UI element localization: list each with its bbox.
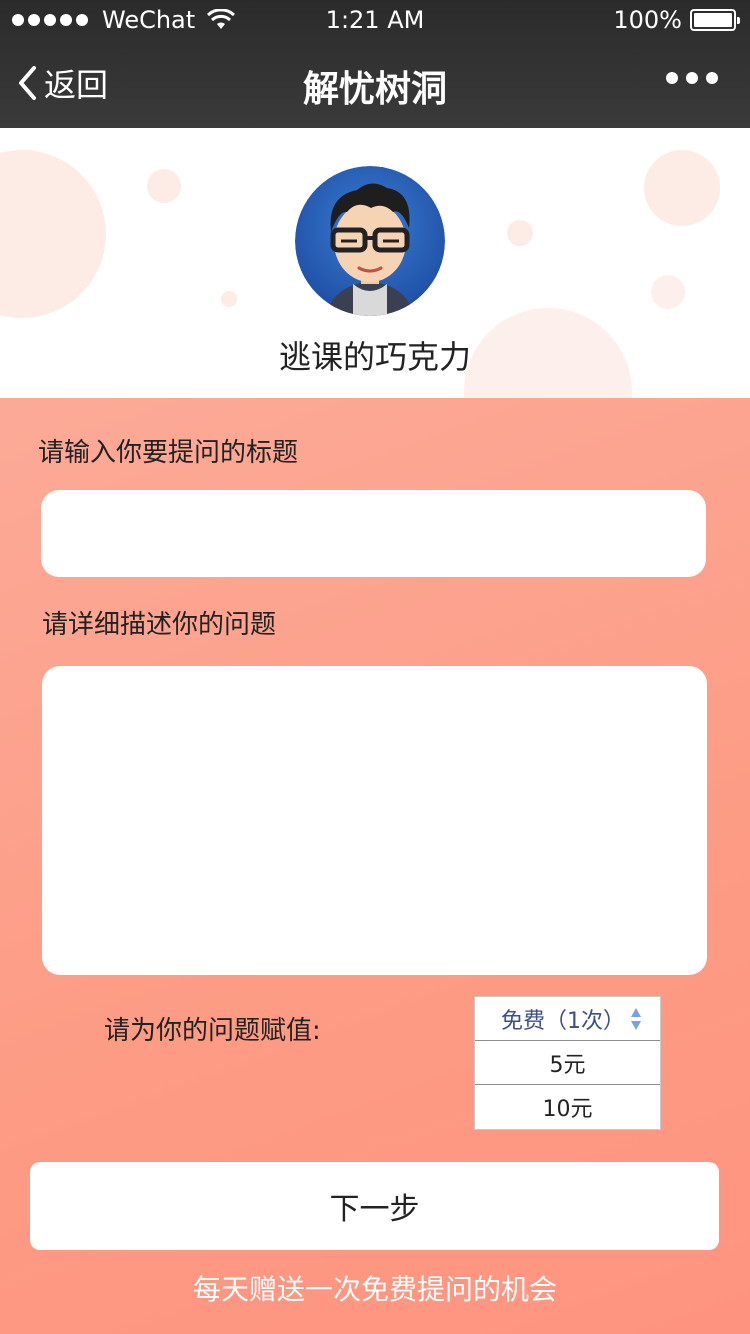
username: 逃课的巧克力 — [278, 338, 471, 376]
price-option-label: 5元 — [549, 1052, 586, 1078]
price-option-10[interactable]: 10元 — [475, 1085, 660, 1129]
nav-bar: 返回 解忧树洞 — [0, 40, 750, 128]
description-label: 请详细描述你的问题 — [42, 610, 277, 640]
price-picker[interactable]: 免费（1次） 5元 10元 — [474, 996, 661, 1130]
avatar-image — [295, 166, 445, 316]
next-button[interactable]: 下一步 — [30, 1162, 719, 1250]
decor-bubble — [0, 150, 106, 318]
decor-bubble — [651, 275, 685, 309]
price-option-label: 免费（1次） — [501, 1008, 625, 1034]
price-option-5[interactable]: 5元 — [475, 1041, 660, 1085]
decor-bubble — [644, 150, 720, 226]
top-bar: WeChat 1:21 AM 100% 返回 解忧树洞 — [0, 0, 750, 128]
profile-header: 逃课的巧克力 — [0, 128, 750, 398]
status-bar: WeChat 1:21 AM 100% — [0, 0, 750, 40]
decor-bubble — [147, 169, 181, 203]
title-label: 请输入你要提问的标题 — [38, 438, 299, 468]
sort-arrows-icon — [631, 1008, 641, 1030]
price-option-label: 10元 — [542, 1097, 593, 1122]
decor-bubble — [507, 220, 533, 246]
decor-bubble — [221, 291, 237, 307]
footnote: 每天赠送一次免费提问的机会 — [192, 1273, 557, 1306]
description-textarea[interactable] — [42, 666, 707, 975]
price-option-free[interactable]: 免费（1次） — [475, 997, 660, 1041]
status-right: 100% — [613, 6, 740, 34]
battery-icon — [690, 9, 740, 31]
battery-percent: 100% — [613, 6, 682, 34]
more-icon[interactable] — [666, 72, 718, 84]
page-title: 解忧树洞 — [302, 69, 447, 110]
title-input[interactable] — [41, 490, 706, 577]
question-form: 请输入你要提问的标题 请详细描述你的问题 请为你的问题赋值: 免费（1次） 5元… — [0, 398, 750, 1334]
avatar[interactable] — [295, 166, 445, 316]
price-label: 请为你的问题赋值: — [104, 1016, 321, 1046]
